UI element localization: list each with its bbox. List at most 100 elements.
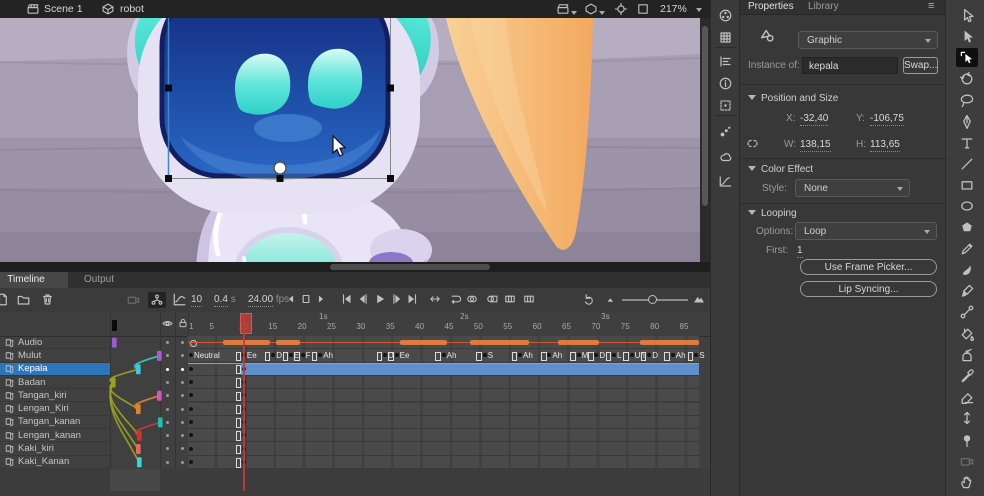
text-tool[interactable] bbox=[956, 133, 978, 152]
gradient-transform-tool[interactable] bbox=[956, 70, 978, 89]
edit-scene-button[interactable] bbox=[556, 2, 570, 16]
vscroll-thumb[interactable] bbox=[702, 26, 708, 206]
hand-tool[interactable] bbox=[956, 472, 978, 491]
graph-editor-button[interactable] bbox=[172, 292, 187, 307]
ruler-frame-number[interactable]: 60 bbox=[533, 322, 542, 331]
stage-canvas[interactable] bbox=[0, 18, 700, 262]
swatches-panel-icon[interactable] bbox=[718, 30, 733, 45]
ruler-frame-number[interactable]: 15 bbox=[268, 322, 277, 331]
ruler-frame-number[interactable]: 65 bbox=[562, 322, 571, 331]
stage-horizontal-scrollbar[interactable] bbox=[0, 262, 710, 272]
swap-button[interactable]: Swap... bbox=[903, 57, 938, 74]
w-value[interactable]: 138,15 bbox=[800, 139, 831, 152]
layer-lock-dot[interactable] bbox=[181, 354, 184, 357]
layer-item-kaki_kiri[interactable]: Kaki_kiri bbox=[0, 442, 110, 455]
frames-row-kaki_kanan[interactable] bbox=[188, 456, 699, 469]
y-value[interactable]: -106,75 bbox=[870, 113, 904, 126]
frames-row-kaki_kiri[interactable] bbox=[188, 442, 699, 455]
layer-visibility-dot[interactable] bbox=[166, 368, 169, 371]
tab-output[interactable]: Output bbox=[74, 272, 124, 288]
onion-skin-button[interactable] bbox=[465, 292, 479, 306]
subselection-tool[interactable] bbox=[956, 27, 978, 46]
edit-symbol-button[interactable] bbox=[584, 2, 598, 16]
ruler-frame-number[interactable]: 45 bbox=[445, 322, 454, 331]
layer-item-audio[interactable]: Audio bbox=[0, 336, 110, 349]
zoom-out-frames-icon[interactable] bbox=[604, 292, 618, 306]
layer-item-badan[interactable]: Badan bbox=[0, 376, 110, 389]
stage-vertical-scrollbar[interactable] bbox=[700, 18, 710, 262]
first-frame-button[interactable] bbox=[340, 292, 354, 306]
align-panel-icon[interactable] bbox=[718, 54, 733, 69]
layer-item-tangan_kiri[interactable]: Tangan_kiri bbox=[0, 389, 110, 402]
frames-row-tangan_kiri[interactable] bbox=[188, 389, 699, 402]
layer-lock-dot[interactable] bbox=[181, 341, 184, 344]
line-tool[interactable] bbox=[956, 154, 978, 173]
ruler-frame-number[interactable]: 30 bbox=[356, 322, 365, 331]
selected-frame-span[interactable] bbox=[241, 363, 699, 375]
symbol-breadcrumb[interactable]: robot bbox=[120, 3, 144, 15]
tab-properties[interactable]: Properties bbox=[748, 1, 794, 12]
layer-item-kaki_kanan[interactable]: Kaki_Kanan bbox=[0, 456, 110, 469]
creative-cloud-panel-icon[interactable] bbox=[718, 150, 733, 165]
add-camera-button[interactable] bbox=[126, 292, 141, 307]
layer-lock-dot[interactable] bbox=[181, 447, 184, 450]
width-tool[interactable] bbox=[956, 409, 978, 428]
ruler-frame-number[interactable]: 40 bbox=[415, 322, 424, 331]
loop-playback-button[interactable] bbox=[448, 292, 462, 306]
bone-tool[interactable] bbox=[956, 303, 978, 322]
use-frame-picker-button[interactable]: Use Frame Picker... bbox=[800, 259, 937, 275]
layer-visibility-dot[interactable] bbox=[166, 341, 169, 344]
layer-item-mulut[interactable]: Mulut bbox=[0, 349, 110, 362]
motion-presets-panel-icon[interactable] bbox=[718, 174, 733, 189]
looping-header[interactable]: Looping bbox=[748, 208, 797, 219]
ruler-frame-number[interactable]: 35 bbox=[386, 322, 395, 331]
current-frame-value[interactable]: 10 bbox=[191, 294, 202, 307]
classic-brush-tool[interactable] bbox=[956, 282, 978, 301]
ruler-frame-number[interactable]: 50 bbox=[474, 322, 483, 331]
polystar-tool[interactable] bbox=[956, 218, 978, 237]
selection-tool[interactable] bbox=[956, 6, 978, 25]
ruler-frame-number[interactable]: 55 bbox=[503, 322, 512, 331]
tab-library[interactable]: Library bbox=[808, 1, 839, 12]
layer-lock-dot[interactable] bbox=[181, 394, 184, 397]
style-dropdown[interactable]: None bbox=[795, 179, 910, 197]
ruler-frame-number[interactable]: 80 bbox=[650, 322, 659, 331]
next-frame-button[interactable] bbox=[389, 292, 403, 306]
layer-lock-dot[interactable] bbox=[181, 381, 184, 384]
center-frame-button[interactable] bbox=[614, 2, 628, 16]
ruler-frame-number[interactable]: 5 bbox=[210, 322, 214, 331]
prev-frame-button[interactable] bbox=[357, 292, 371, 306]
camera-tool[interactable] bbox=[956, 451, 978, 470]
x-value[interactable]: -32,40 bbox=[800, 113, 828, 126]
fluid-brush-tool[interactable] bbox=[956, 260, 978, 279]
ruler-frame-number[interactable]: 25 bbox=[327, 322, 336, 331]
frame-rate-value[interactable]: 24.00 fps bbox=[248, 294, 289, 305]
h-value[interactable]: 113,65 bbox=[870, 139, 900, 152]
pencil-tool[interactable] bbox=[956, 239, 978, 258]
eraser-tool[interactable] bbox=[956, 388, 978, 407]
frames-row-kepala[interactable] bbox=[188, 363, 699, 376]
pen-tool[interactable] bbox=[956, 112, 978, 131]
layer-lock-dot[interactable] bbox=[181, 421, 184, 424]
step-forward-button[interactable] bbox=[314, 292, 328, 306]
loop-frame-button[interactable] bbox=[299, 292, 313, 306]
panel-menu-icon[interactable]: ≡ bbox=[928, 0, 934, 12]
layer-item-lengan_kiri[interactable]: Lengan_Kiri bbox=[0, 403, 110, 416]
ruler-frame-number[interactable]: 20 bbox=[298, 322, 307, 331]
lip-syncing-button[interactable]: Lip Syncing... bbox=[800, 281, 937, 297]
color-effect-header[interactable]: Color Effect bbox=[748, 164, 813, 175]
ruler-frame-number[interactable]: 75 bbox=[621, 322, 630, 331]
delete-layer-button[interactable] bbox=[40, 292, 55, 307]
reset-timeline-zoom-button[interactable] bbox=[582, 292, 596, 306]
frames-row-lengan_kanan[interactable] bbox=[188, 429, 699, 442]
scene-breadcrumb[interactable]: Scene 1 bbox=[44, 3, 83, 15]
ruler-frame-number[interactable]: 70 bbox=[591, 322, 600, 331]
last-frame-button[interactable] bbox=[405, 292, 419, 306]
lasso-tool[interactable] bbox=[956, 91, 978, 110]
paint-bucket-tool[interactable] bbox=[956, 324, 978, 343]
layer-visibility-dot[interactable] bbox=[166, 434, 169, 437]
layer-visibility-dot[interactable] bbox=[166, 461, 169, 464]
frames-row-mulut[interactable]: NeutralEeDEFAhDEeAhSAhAhMDLUhDAhS bbox=[188, 349, 699, 362]
ruler-frame-number[interactable]: 85 bbox=[680, 322, 689, 331]
elapsed-time-value[interactable]: 0.4 s bbox=[214, 294, 236, 305]
